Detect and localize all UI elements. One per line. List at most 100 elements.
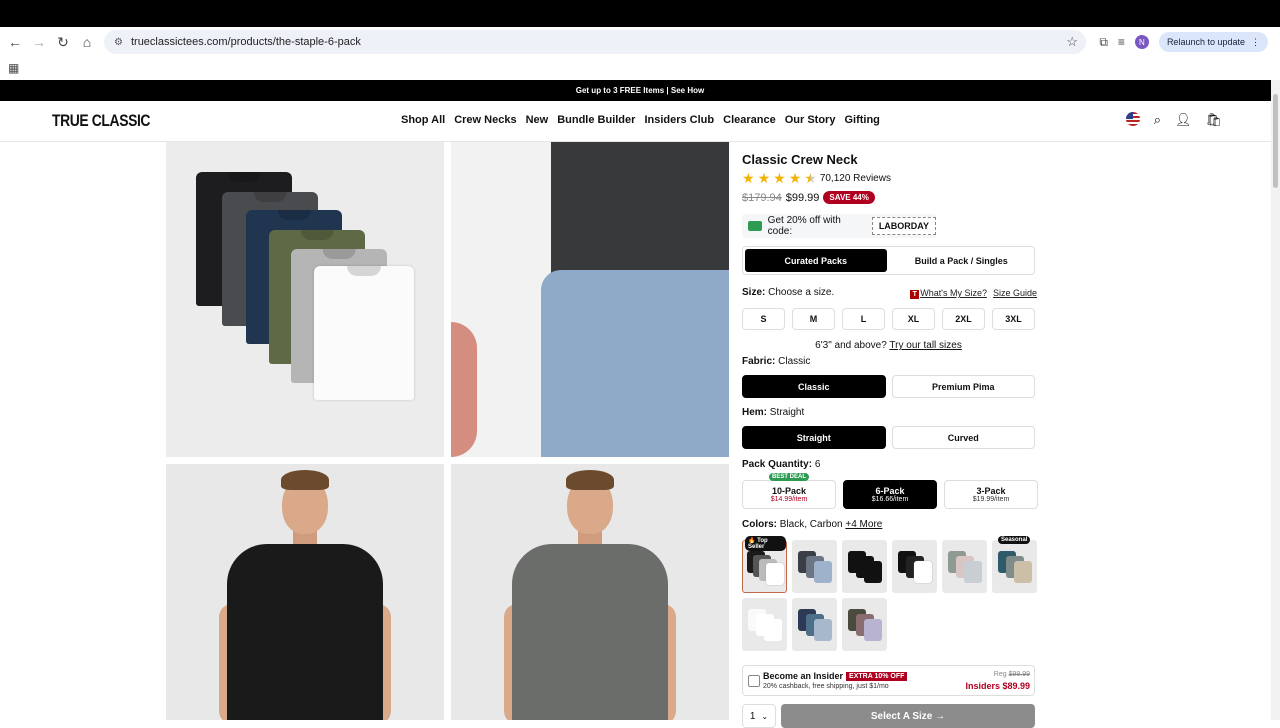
sale-price: $99.99 [785, 191, 820, 204]
address-bar[interactable]: ⚙ trueclassictees.com/products/the-stapl… [104, 30, 1086, 54]
insider-checkbox[interactable] [748, 675, 760, 687]
promo-banner[interactable]: Get up to 3 FREE Items | See How [0, 80, 1280, 101]
nav-gifting[interactable]: Gifting [844, 114, 879, 126]
coupon-code[interactable]: LABORDAY [871, 217, 936, 235]
main-nav: Shop All Crew Necks New Bundle Builder I… [401, 114, 880, 126]
site-logo[interactable]: TRUE CLASSIC [52, 111, 151, 131]
fabric-value: Classic [778, 356, 811, 367]
insider-offer[interactable]: Become an Insider EXTRA 10% OFF 20% cash… [742, 665, 1035, 696]
gallery-image-closeup[interactable] [451, 142, 729, 457]
media-icon[interactable]: ≡ [1118, 35, 1125, 49]
money-icon [748, 221, 762, 231]
tab-curated-packs[interactable]: Curated Packs [745, 249, 887, 272]
size-xl[interactable]: XL [892, 308, 935, 330]
site-header: TRUE CLASSIC Shop All Crew Necks New Bun… [0, 101, 1280, 142]
search-tabs-icon[interactable]: ⧉ [1099, 35, 1108, 50]
kebab-menu-icon[interactable]: ⋮ [1251, 37, 1260, 48]
select-size-button[interactable]: Select A Size → [781, 704, 1035, 728]
tall-sizes-row: 6'3" and above? Try our tall sizes [742, 340, 1035, 351]
nav-shop-all[interactable]: Shop All [401, 114, 445, 126]
nav-insiders-club[interactable]: Insiders Club [644, 114, 714, 126]
insider-title: Become an Insider [763, 671, 844, 681]
star-icon: ★ [742, 170, 755, 186]
size-m[interactable]: M [792, 308, 835, 330]
size-guide-link[interactable]: Size Guide [993, 288, 1037, 299]
tab-build-a-pack[interactable]: Build a Pack / Singles [891, 249, 1033, 272]
nav-clearance[interactable]: Clearance [723, 114, 776, 126]
insider-subtitle: 20% cashback, free shipping, just $1/mo [763, 683, 889, 690]
nav-crew-necks[interactable]: Crew Necks [454, 114, 516, 126]
regular-price: Reg $99.99 [993, 671, 1030, 678]
nav-bundle-builder[interactable]: Bundle Builder [557, 114, 635, 126]
swatch-pastels[interactable] [942, 540, 987, 593]
swatch-earth-mix[interactable] [842, 598, 887, 651]
swatch-blues-mix[interactable] [792, 598, 837, 651]
gallery-image-stack[interactable] [166, 142, 444, 457]
star-icon: ★ [788, 170, 802, 186]
quantity-select[interactable]: 1 ⌄ [742, 704, 776, 728]
review-count[interactable]: 70,120 Reviews [820, 173, 891, 184]
apps-grid-icon[interactable]: ▦ [8, 61, 19, 75]
pack-value: 6 [814, 459, 821, 470]
forward-icon[interactable]: → [27, 30, 51, 54]
nav-new[interactable]: New [526, 114, 549, 126]
rating[interactable]: ★ ★ ★ ★ ★ 70,120 Reviews [742, 170, 891, 187]
swatch-gray-blue[interactable] [792, 540, 837, 593]
swatch-black-white[interactable] [892, 540, 937, 593]
more-colors-link[interactable]: +4 More [845, 519, 882, 530]
size-3xl[interactable]: 3XL [992, 308, 1035, 330]
best-deal-badge: BEST DEAL [768, 473, 809, 481]
pack-3[interactable]: 3-Pack $19.99/item [944, 480, 1038, 509]
gallery-image-model-black[interactable] [166, 464, 444, 720]
page-scrollbar[interactable] [1271, 80, 1280, 720]
fabric-options: Classic Premium Pima [742, 375, 1035, 398]
size-l[interactable]: L [842, 308, 885, 330]
home-icon[interactable]: ⌂ [75, 30, 99, 54]
denim-shape [541, 270, 729, 457]
nav-our-story[interactable]: Our Story [785, 114, 836, 126]
size-s[interactable]: S [742, 308, 785, 330]
fabric-label: Fabric: [742, 356, 776, 367]
hem-straight[interactable]: Straight [742, 426, 886, 449]
hand-shape [451, 322, 477, 457]
whats-my-size-link[interactable]: T What's My Size? [910, 288, 987, 299]
relaunch-button[interactable]: Relaunch to update ⋮ [1158, 32, 1268, 52]
tall-sizes-link[interactable]: Try our tall sizes [889, 340, 961, 351]
swatch-top-seller[interactable]: 🔥 Top Seller [742, 536, 787, 593]
swatch-all-white[interactable] [742, 598, 787, 651]
size-label-row: Size: Choose a size. [742, 287, 834, 298]
search-icon[interactable]: ⌕ [1154, 112, 1161, 128]
pack-6[interactable]: 6-Pack $16.66/item [843, 480, 937, 509]
pack-type-tabs: Curated Packs Build a Pack / Singles [742, 246, 1035, 275]
pack-10[interactable]: BEST DEAL 10-Pack $14.99/item [742, 473, 836, 509]
fabric-premium-pima[interactable]: Premium Pima [891, 375, 1035, 398]
pack-label-row: Pack Quantity: 6 [742, 459, 820, 470]
fabric-classic[interactable]: Classic [742, 375, 886, 398]
us-flag-icon[interactable] [1125, 112, 1140, 126]
gallery-image-model-carbon[interactable] [451, 464, 729, 720]
cart-icon[interactable]: 🛍︎ [1205, 112, 1222, 128]
hem-curved[interactable]: Curved [891, 426, 1035, 449]
bookmark-star-icon[interactable]: ☆ [1066, 34, 1078, 50]
tm-icon: T [910, 290, 920, 299]
price-row: $179.94 $99.99 SAVE 44% [742, 191, 875, 204]
model-figure [490, 464, 690, 720]
extra-off-badge: EXTRA 10% OFF [846, 671, 908, 681]
reload-icon[interactable]: ↻ [51, 30, 75, 54]
bookmarks-bar: ▦ [0, 57, 1280, 79]
swatch-all-black[interactable] [842, 540, 887, 593]
star-icon: ★ [757, 170, 771, 186]
account-icon[interactable]: 👤︎ [1175, 112, 1192, 128]
seasonal-badge: Seasonal [998, 536, 1031, 544]
site-info-icon[interactable]: ⚙ [114, 37, 123, 48]
profile-avatar[interactable]: N [1134, 35, 1149, 49]
insider-price: Insiders $89.99 [965, 681, 1030, 691]
browser-toolbar: ← → ↻ ⌂ ⚙ trueclassictees.com/products/t… [0, 27, 1280, 57]
top-seller-badge: 🔥 Top Seller [745, 536, 786, 551]
swatch-seasonal[interactable]: Seasonal [992, 536, 1037, 593]
window-top-bar [0, 0, 1280, 27]
back-icon[interactable]: ← [3, 30, 27, 54]
size-label: Size: [742, 287, 766, 298]
size-2xl[interactable]: 2XL [942, 308, 985, 330]
scrollbar-thumb[interactable] [1273, 94, 1278, 188]
